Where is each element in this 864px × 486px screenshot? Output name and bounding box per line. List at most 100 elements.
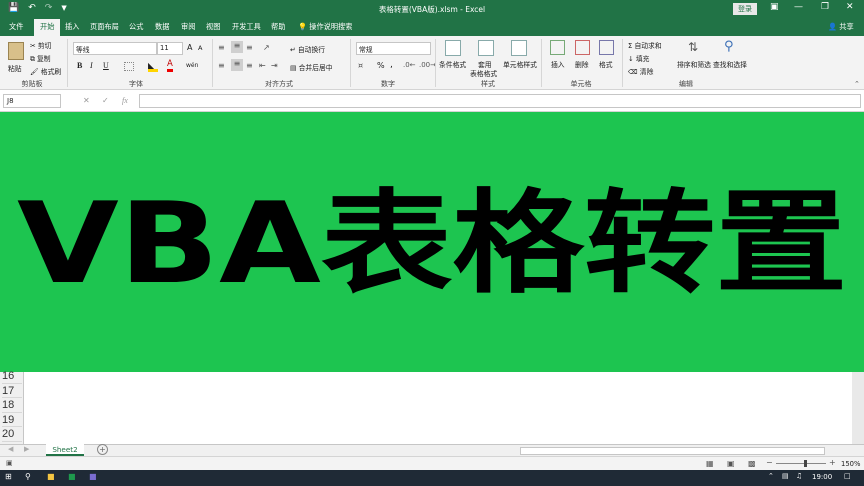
format-cells-icon[interactable] bbox=[599, 40, 614, 55]
tab-file[interactable]: 文件 bbox=[9, 22, 23, 32]
insert-cells-button[interactable]: 插入 bbox=[551, 59, 565, 69]
tab-developer[interactable]: 开发工具 bbox=[232, 22, 261, 32]
volume-icon[interactable]: ♫ bbox=[796, 472, 802, 480]
format-as-table-icon[interactable] bbox=[478, 40, 494, 56]
tab-page-layout[interactable]: 页面布局 bbox=[90, 22, 119, 32]
font-color-button[interactable]: A bbox=[167, 60, 173, 72]
clock[interactable]: 19:00 bbox=[812, 473, 832, 481]
insert-cells-icon[interactable] bbox=[550, 40, 565, 55]
increase-indent-icon[interactable]: ⇥ bbox=[271, 61, 278, 70]
vertical-scrollbar[interactable] bbox=[852, 372, 864, 444]
row-header[interactable]: 20 bbox=[2, 427, 22, 442]
tab-review[interactable]: 审阅 bbox=[181, 22, 195, 32]
windows-start-icon[interactable]: ⊞ bbox=[5, 472, 12, 481]
merge-center-button[interactable]: ▤ 合并后居中 bbox=[290, 62, 333, 72]
conditional-formatting-button[interactable]: 条件格式 bbox=[439, 59, 466, 69]
sort-filter-button[interactable]: 排序和筛选 bbox=[677, 59, 711, 69]
worksheet-grid[interactable]: 16 17 18 19 20 bbox=[0, 369, 864, 444]
wrap-text-button[interactable]: ↵ 自动换行 bbox=[290, 44, 325, 54]
minimize-icon[interactable]: — bbox=[794, 2, 803, 12]
shrink-font-button[interactable]: A bbox=[198, 44, 202, 52]
accounting-format-icon[interactable]: ¤ bbox=[358, 61, 363, 70]
zoom-slider[interactable] bbox=[776, 463, 826, 464]
font-name-select[interactable]: 等线 bbox=[73, 42, 157, 55]
share-button[interactable]: 👤 共享 bbox=[828, 22, 854, 32]
align-right-icon[interactable]: ≡ bbox=[246, 61, 253, 70]
fill-color-icon[interactable]: ◣ bbox=[148, 61, 158, 72]
row-header[interactable]: 19 bbox=[2, 413, 22, 427]
grow-font-button[interactable]: A bbox=[187, 43, 192, 52]
align-center-icon[interactable]: ≡ bbox=[231, 59, 243, 71]
align-left-icon[interactable]: ≡ bbox=[218, 61, 225, 70]
tab-help[interactable]: 帮助 bbox=[271, 22, 285, 32]
search-icon[interactable]: ⚲ bbox=[25, 472, 31, 481]
row-header[interactable]: 16 bbox=[2, 369, 22, 384]
close-icon[interactable]: ✕ bbox=[846, 2, 854, 12]
row-header[interactable]: 17 bbox=[2, 384, 22, 398]
tab-home[interactable]: 开始 bbox=[34, 19, 61, 36]
delete-cells-button[interactable]: 删除 bbox=[575, 59, 589, 69]
scroll-sheets-left-icon[interactable]: ◀ bbox=[8, 445, 13, 453]
file-explorer-icon[interactable]: ■ bbox=[47, 472, 55, 481]
ribbon-display-options-icon[interactable]: ▣ bbox=[770, 2, 779, 12]
clear-button[interactable]: ⌫ 清除 bbox=[628, 66, 653, 76]
login-button[interactable]: 登录 bbox=[733, 3, 757, 15]
tab-view[interactable]: 视图 bbox=[206, 22, 220, 32]
decrease-decimal-icon[interactable]: .00→ bbox=[419, 61, 436, 69]
sort-filter-icon[interactable]: ⇅ bbox=[688, 40, 698, 54]
horizontal-scrollbar[interactable] bbox=[520, 447, 825, 455]
insert-function-button[interactable]: fx bbox=[122, 96, 128, 105]
borders-icon[interactable] bbox=[124, 62, 134, 71]
align-top-icon[interactable]: ≡ bbox=[218, 43, 225, 52]
autosum-button[interactable]: Σ 自动求和 bbox=[628, 40, 662, 50]
copy-button[interactable]: ⧉ 复制 bbox=[30, 53, 51, 64]
app-taskbar-icon[interactable]: ■ bbox=[89, 472, 97, 481]
comma-style-button[interactable]: , bbox=[390, 60, 393, 70]
page-break-preview-icon[interactable]: ▩ bbox=[748, 459, 756, 468]
phonetic-button[interactable]: wén bbox=[186, 62, 198, 69]
align-middle-icon[interactable]: ≡ bbox=[231, 41, 243, 53]
number-format-select[interactable]: 常规 bbox=[356, 42, 431, 55]
cut-button[interactable]: ✂ 剪切 bbox=[30, 40, 51, 50]
tab-data[interactable]: 数据 bbox=[155, 22, 169, 32]
name-box[interactable]: J8 bbox=[3, 94, 61, 108]
sheet-tab-sheet2[interactable]: Sheet2 bbox=[46, 444, 84, 456]
scroll-sheets-right-icon[interactable]: ▶ bbox=[24, 445, 29, 453]
normal-view-icon[interactable]: ▦ bbox=[706, 459, 714, 468]
row-header[interactable]: 18 bbox=[2, 398, 22, 413]
zoom-level[interactable]: 150% bbox=[841, 460, 860, 468]
paste-icon[interactable] bbox=[8, 42, 24, 60]
increase-decimal-icon[interactable]: .0← bbox=[403, 61, 416, 69]
decrease-indent-icon[interactable]: ⇤ bbox=[259, 61, 266, 70]
zoom-out-icon[interactable]: − bbox=[766, 458, 773, 467]
new-sheet-button[interactable]: + bbox=[97, 444, 108, 455]
restore-icon[interactable]: ❐ bbox=[821, 2, 829, 12]
cancel-icon[interactable]: ✕ bbox=[83, 96, 90, 105]
tray-chevron-icon[interactable]: ⌃ bbox=[768, 472, 774, 480]
collapse-ribbon-icon[interactable]: ⌃ bbox=[854, 80, 860, 88]
align-bottom-icon[interactable]: ≡ bbox=[246, 43, 253, 52]
italic-button[interactable]: I bbox=[90, 61, 93, 70]
enter-icon[interactable]: ✓ bbox=[102, 96, 109, 105]
format-cells-button[interactable]: 格式 bbox=[599, 59, 613, 69]
find-select-button[interactable]: 查找和选择 bbox=[713, 59, 747, 69]
cell-styles-button[interactable]: 单元格样式 bbox=[503, 59, 537, 69]
fill-button[interactable]: ↓ 填充 bbox=[628, 53, 649, 63]
macro-record-icon[interactable]: ▣ bbox=[6, 459, 13, 467]
paste-button[interactable]: 粘贴 bbox=[8, 63, 22, 73]
notifications-icon[interactable]: □ bbox=[844, 472, 851, 480]
font-size-select[interactable]: 11 bbox=[157, 42, 183, 55]
network-icon[interactable]: ▤ bbox=[782, 472, 789, 480]
cell-styles-icon[interactable] bbox=[511, 40, 527, 56]
underline-button[interactable]: U bbox=[103, 61, 109, 70]
format-as-table-label-2[interactable]: 表格格式 bbox=[470, 68, 497, 78]
page-layout-view-icon[interactable]: ▣ bbox=[727, 459, 735, 468]
percent-style-button[interactable]: % bbox=[377, 61, 385, 70]
formula-input[interactable] bbox=[139, 94, 861, 108]
tell-me-search[interactable]: 💡 操作说明搜索 bbox=[298, 22, 352, 32]
tab-insert[interactable]: 插入 bbox=[65, 22, 79, 32]
excel-taskbar-icon[interactable]: ■ bbox=[68, 472, 76, 481]
format-painter-button[interactable]: 🖌 格式刷 bbox=[30, 66, 61, 76]
orientation-icon[interactable]: ↗ bbox=[263, 43, 270, 52]
find-select-icon[interactable]: ⚲ bbox=[724, 39, 734, 54]
